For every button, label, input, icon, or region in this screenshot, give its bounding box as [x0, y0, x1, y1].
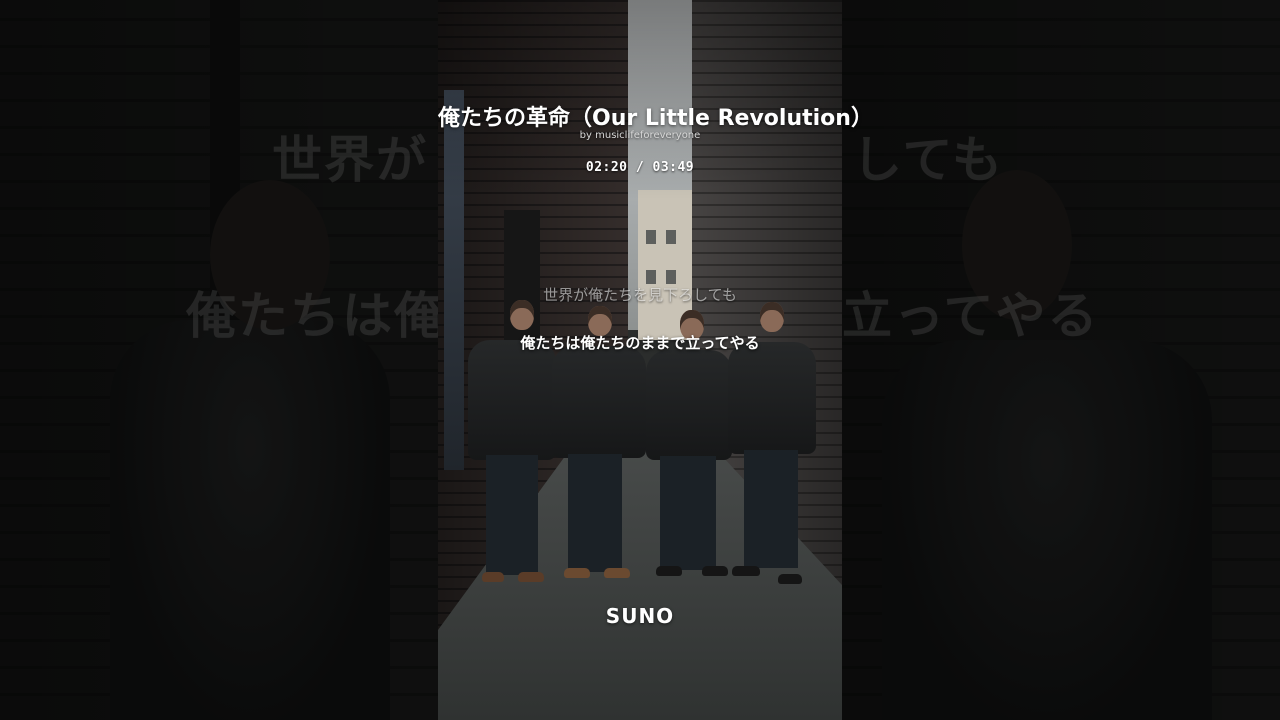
band-member-shoe — [482, 572, 504, 582]
backdrop-dim-layer — [0, 0, 438, 720]
band-member-jacket — [728, 342, 816, 454]
song-author: by musiclifeforeveryone — [579, 130, 701, 141]
backdrop-dim-layer — [842, 0, 1280, 720]
suno-logo: SUNO — [605, 604, 675, 628]
band-member-legs — [486, 455, 538, 575]
band-member-head — [760, 302, 784, 332]
band-member-legs — [744, 450, 798, 568]
band-member-shoe — [732, 566, 760, 576]
blurred-backdrop-right: しても 立ってやる — [842, 0, 1280, 720]
building-window — [666, 270, 676, 284]
band-member-shoe — [564, 568, 590, 578]
band-member-jacket — [552, 346, 646, 458]
building-window — [666, 230, 676, 244]
playback-time: 02:20 / 03:49 — [585, 160, 695, 175]
video-frame[interactable]: 世界が 俺たちは俺 しても 立ってやる 俺たちの革命（Our Little Re… — [0, 0, 1280, 720]
lyric-line-previous: 世界が俺たちを見下ろしても — [543, 286, 737, 304]
band-member-shoe — [604, 568, 630, 578]
band-member-shoe — [778, 574, 802, 584]
band-member-shoe — [702, 566, 728, 576]
song-title: 俺たちの革命（Our Little Revolution） — [438, 106, 873, 131]
band-member-jacket — [468, 340, 556, 460]
building-window — [646, 270, 656, 284]
blurred-backdrop-left: 世界が 俺たちは俺 — [0, 0, 438, 720]
band-member-legs — [660, 456, 716, 570]
building-window — [646, 230, 656, 244]
lyric-line-current: 俺たちは俺たちのままで立ってやる — [520, 334, 760, 352]
band-member-shoe — [656, 566, 682, 576]
band-member-jacket — [646, 350, 732, 460]
band-member-shoe — [518, 572, 544, 582]
band-member-legs — [568, 454, 622, 572]
